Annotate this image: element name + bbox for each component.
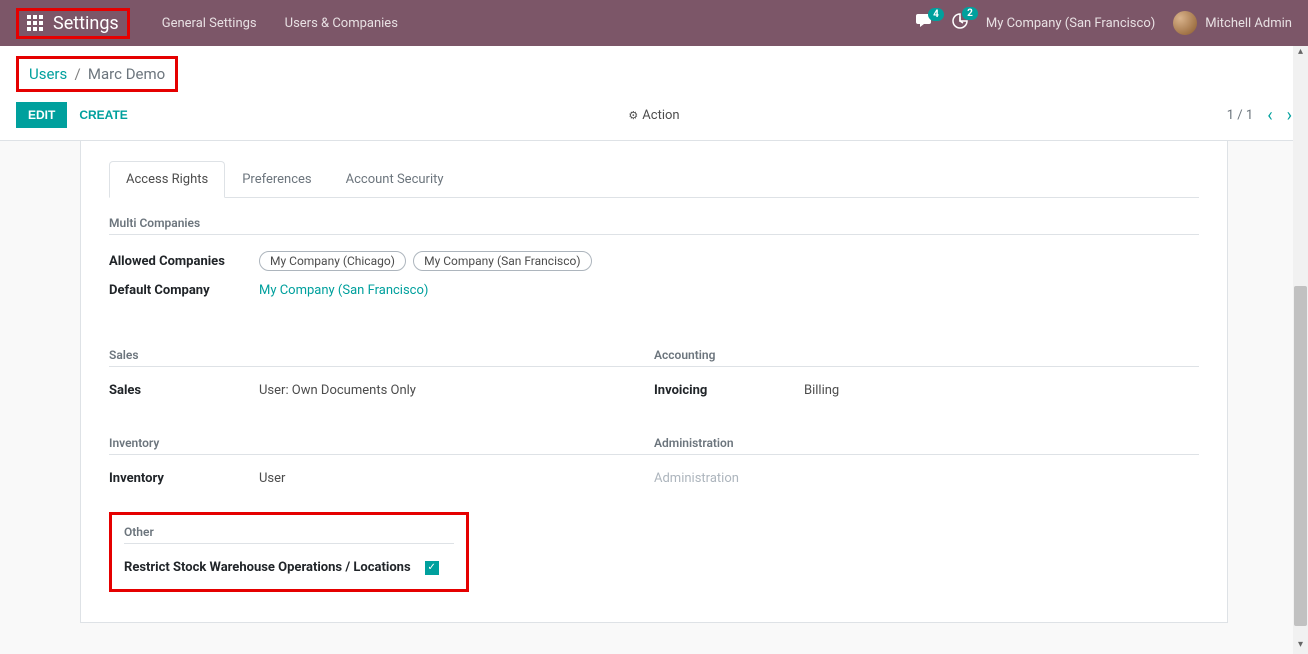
topbar-menu: General Settings Users & Companies <box>162 16 398 31</box>
tab-account-security[interactable]: Account Security <box>329 161 461 198</box>
label-default-company: Default Company <box>109 283 259 298</box>
tab-access-rights[interactable]: Access Rights <box>109 161 225 198</box>
chat-icon[interactable]: 4 <box>916 14 934 32</box>
pager-prev[interactable]: ‹ <box>1267 105 1272 126</box>
scrollbar[interactable]: ▴ ▾ <box>1293 46 1308 654</box>
field-allowed-companies: Allowed Companies My Company (Chicago) M… <box>109 245 1199 277</box>
divider <box>654 366 1199 367</box>
pager: 1 / 1 ‹ › <box>1227 105 1292 126</box>
brand-highlight: Settings <box>16 8 130 39</box>
divider <box>654 454 1199 455</box>
action-dropdown[interactable]: ⚙ Action <box>628 108 679 123</box>
user-menu[interactable]: Mitchell Admin <box>1173 11 1292 35</box>
section-sales: Sales <box>109 348 654 362</box>
section-other: Other <box>124 525 454 539</box>
label-sales: Sales <box>109 383 259 398</box>
scroll-down-icon[interactable]: ▾ <box>1293 639 1308 654</box>
section-administration: Administration <box>654 436 1199 450</box>
pager-text: 1 / 1 <box>1227 108 1253 123</box>
topbar: Settings General Settings Users & Compan… <box>0 0 1308 46</box>
field-administration: Administration <box>654 465 1199 492</box>
divider <box>109 366 654 367</box>
other-highlight: Other Restrict Stock Warehouse Operation… <box>109 512 469 592</box>
form-sheet: Access Rights Preferences Account Securi… <box>80 141 1228 623</box>
value-default-company[interactable]: My Company (San Francisco) <box>259 283 428 298</box>
divider <box>109 234 1199 235</box>
breadcrumb-highlight: Users / Marc Demo <box>16 56 178 92</box>
activity-icon[interactable]: 2 <box>952 13 968 33</box>
app-title[interactable]: Settings <box>53 13 119 34</box>
field-invoicing: Invoicing Billing <box>654 377 1199 404</box>
scroll-up-icon[interactable]: ▴ <box>1293 46 1308 61</box>
section-accounting: Accounting <box>654 348 1199 362</box>
section-inventory: Inventory <box>109 436 654 450</box>
label-administration: Administration <box>654 471 739 486</box>
toolbar: EDIT CREATE ⚙ Action 1 / 1 ‹ › <box>0 98 1308 141</box>
value-inventory: User <box>259 471 285 486</box>
pager-next[interactable]: › <box>1287 105 1292 126</box>
topbar-right: 4 2 My Company (San Francisco) Mitchell … <box>916 11 1292 35</box>
tabs: Access Rights Preferences Account Securi… <box>109 161 1199 198</box>
gear-icon: ⚙ <box>628 109 638 122</box>
divider <box>109 454 654 455</box>
field-restrict-stock: Restrict Stock Warehouse Operations / Lo… <box>124 554 454 575</box>
field-inventory: Inventory User <box>109 465 654 492</box>
tag-company-sf[interactable]: My Company (San Francisco) <box>413 251 591 271</box>
value-sales: User: Own Documents Only <box>259 383 416 398</box>
breadcrumb-current: Marc Demo <box>88 65 165 83</box>
label-invoicing: Invoicing <box>654 383 804 398</box>
label-restrict-stock: Restrict Stock Warehouse Operations / Lo… <box>124 560 411 575</box>
chat-badge: 4 <box>928 8 944 21</box>
username: Mitchell Admin <box>1205 16 1292 31</box>
breadcrumb-sep: / <box>74 65 80 83</box>
tag-company-chicago[interactable]: My Company (Chicago) <box>259 251 406 271</box>
content: Access Rights Preferences Account Securi… <box>0 141 1308 653</box>
menu-users-companies[interactable]: Users & Companies <box>285 16 398 31</box>
label-allowed-companies: Allowed Companies <box>109 254 259 269</box>
breadcrumb-area: Users / Marc Demo <box>0 46 1308 98</box>
avatar <box>1173 11 1197 35</box>
scrollbar-thumb[interactable] <box>1294 286 1307 626</box>
checkbox-restrict-stock[interactable]: ✓ <box>425 561 439 575</box>
field-default-company: Default Company My Company (San Francisc… <box>109 277 1199 304</box>
tab-preferences[interactable]: Preferences <box>225 161 328 198</box>
edit-button[interactable]: EDIT <box>16 102 67 128</box>
action-label: Action <box>642 108 679 123</box>
activity-badge: 2 <box>962 7 978 20</box>
apps-icon[interactable] <box>27 15 43 31</box>
allowed-companies-tags: My Company (Chicago) My Company (San Fra… <box>259 251 596 271</box>
topbar-left: Settings General Settings Users & Compan… <box>16 8 398 39</box>
company-switcher[interactable]: My Company (San Francisco) <box>986 16 1155 31</box>
divider <box>124 543 454 544</box>
menu-general-settings[interactable]: General Settings <box>162 16 257 31</box>
label-inventory: Inventory <box>109 471 259 486</box>
field-sales: Sales User: Own Documents Only <box>109 377 654 404</box>
breadcrumb-users[interactable]: Users <box>29 65 67 83</box>
section-multi-companies: Multi Companies <box>109 216 1199 230</box>
create-button[interactable]: CREATE <box>79 108 127 122</box>
value-invoicing: Billing <box>804 383 839 398</box>
